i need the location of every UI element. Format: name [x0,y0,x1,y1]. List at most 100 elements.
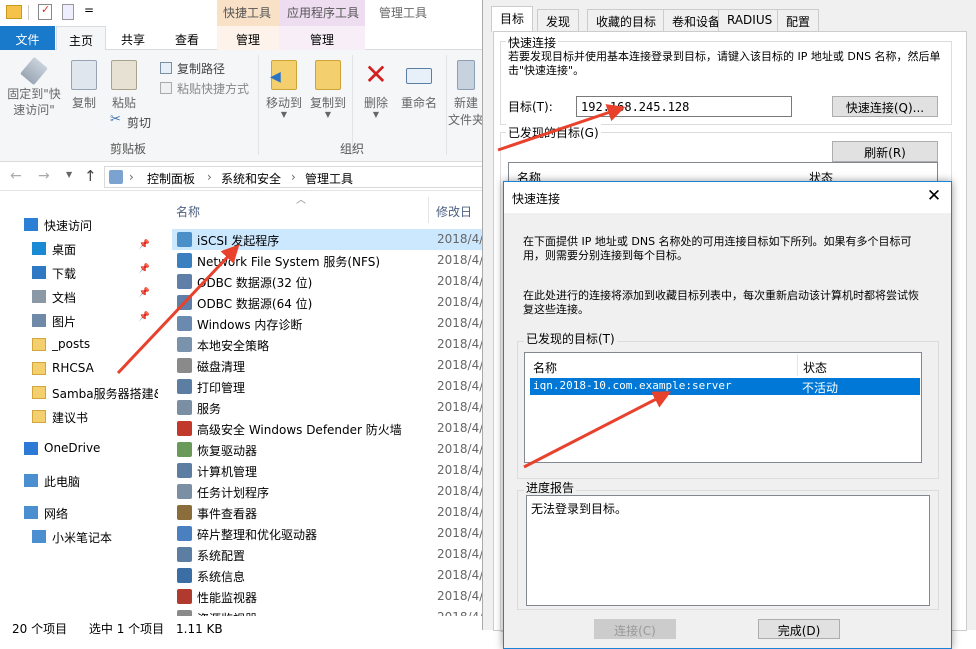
up-icon[interactable]: ↑ [84,167,97,185]
file-name: 系统配置 [197,549,246,563]
tab-home[interactable]: 主页 [56,26,106,51]
crumb-system-security[interactable]: 系统和安全 [221,170,281,187]
tab-favorite-targets[interactable]: 收藏的目标 [587,9,666,31]
forward-icon[interactable]: → [38,168,50,184]
address-field[interactable]: › 控制面板 › 系统和安全 › 管理工具 [104,166,504,188]
download-icon [32,266,46,279]
file-row[interactable]: 碎片整理和优化驱动器 2018/4/ [172,523,500,544]
new-folder-qat-icon[interactable] [62,4,74,20]
nav-item[interactable]: RHCSA [0,357,158,381]
file-row[interactable]: 性能监视器 2018/4/ [172,586,500,607]
copy-path-label: 复制路径 [177,62,226,76]
ribbon-separator [446,55,447,155]
file-row[interactable]: 事件查看器 2018/4/ [172,502,500,523]
tab-manage-shortcut[interactable]: 管理 [217,26,279,50]
copy-icon [71,60,97,90]
tab-share[interactable]: 共享 [108,26,158,50]
nav-item[interactable]: OneDrive [0,437,158,461]
file-name: ODBC 数据源(32 位) [197,276,313,290]
refresh-button[interactable]: 刷新(R) [832,141,938,162]
column-header-name[interactable]: 名称 [533,359,557,376]
pin-icon[interactable]: 📌 [139,240,150,250]
column-header-name[interactable]: 名称 [176,203,200,220]
quick-connect-button[interactable]: 快速连接(Q)... [832,96,938,117]
tab-discovery[interactable]: 发现 [537,9,580,31]
nav-item[interactable]: 此电脑 [0,469,158,493]
new-folder-button[interactable]: 新建 文件夹 [448,60,484,128]
file-row[interactable]: 高级安全 Windows Defender 防火墙 2018/4/ [172,418,500,439]
copy-button[interactable]: 复制 [66,60,102,111]
file-row[interactable]: Windows 内存诊断 2018/4/ [172,313,500,334]
nav-item[interactable]: _posts [0,333,158,357]
file-row[interactable]: 任务计划程序 2018/4/ [172,481,500,502]
file-row[interactable]: iSCSI 发起程序 2018/4/ [172,229,500,250]
nav-item-label: 此电脑 [44,475,81,489]
star-icon [24,218,38,231]
move-to-label: 移动到 [265,96,302,110]
tab-targets[interactable]: 目标 [491,6,534,32]
done-button[interactable]: 完成(D) [758,619,840,639]
dialog-description-1: 在下面提供 IP 地址或 DNS 名称处的可用连接目标如下所列。如果有多个目标可… [523,235,912,262]
file-row[interactable]: 恢复驱动器 2018/4/ [172,439,500,460]
column-header-status[interactable]: 状态 [803,359,827,376]
file-row[interactable]: 系统配置 2018/4/ [172,544,500,565]
recent-locations-icon[interactable]: ▼ [66,170,72,179]
paste-button[interactable]: 粘贴 [106,60,142,111]
file-row[interactable]: 资源监视器2018/4/ [172,607,500,616]
tab-configuration[interactable]: 配置 [777,9,820,31]
target-row[interactable]: iqn.2018-10.com.example:server 不活动 [530,378,920,395]
file-row[interactable]: 计算机管理 2018/4/ [172,460,500,481]
nav-item[interactable]: 网络 [0,501,158,525]
shortcut-icon [177,442,192,457]
file-row[interactable]: ODBC 数据源(64 位) 2018/4/ [172,292,500,313]
quick-connect-description: 若要发现目标并使用基本连接登录到目标，请键入该目标的 IP 地址或 DNS 名称… [508,50,941,77]
file-row[interactable]: 本地安全策略 2018/4/ [172,334,500,355]
delete-button[interactable]: ✕ 删除 ▼ [358,60,394,119]
nav-item[interactable]: 图片 📌 [0,309,158,333]
pin-icon[interactable]: 📌 [139,264,150,274]
tab-view[interactable]: 查看 [162,26,212,50]
nav-item[interactable]: 下载 📌 [0,261,158,285]
file-row[interactable]: Network File System 服务(NFS) 2018/4/ [172,250,500,271]
discovered-targets-label: 已发现的目标(T) [524,330,617,347]
shortcut-icon [177,358,192,373]
close-icon[interactable]: ✕ [922,186,946,208]
crumb-control-panel[interactable]: 控制面板 [147,170,195,187]
file-row[interactable]: 打印管理 2018/4/ [172,376,500,397]
pin-quick-access-button[interactable]: 固定到"快 速访问" [4,56,64,118]
pin-icon[interactable]: 📌 [139,288,150,298]
nav-item[interactable]: Samba服务器搭建& [0,381,158,405]
pin-icon[interactable]: 📌 [139,312,150,322]
control-panel-icon [109,170,123,184]
nav-item[interactable]: 快速访问 [0,213,158,237]
copy-to-icon [315,60,341,90]
connect-button[interactable]: 连接(C) [594,619,676,639]
chevron-down-icon: ▼ [372,110,380,119]
tab-radius[interactable]: RADIUS [718,9,782,31]
status-bar: 20 个项目 选中 1 个项目 1.11 KB [0,616,500,649]
move-to-button[interactable]: ◀ 移动到 ▼ [262,60,306,119]
file-row[interactable]: ODBC 数据源(32 位) 2018/4/ [172,271,500,292]
column-header-modified[interactable]: 修改日 [436,203,472,220]
crumb-admin-tools[interactable]: 管理工具 [305,170,353,187]
nav-item[interactable]: 建议书 [0,405,158,429]
tab-manage-app[interactable]: 管理 [279,26,365,50]
rename-button[interactable]: 重命名 [398,60,440,111]
quick-connect-dialog: 快速连接 ✕ 在下面提供 IP 地址或 DNS 名称处的可用连接目标如下所列。如… [503,181,952,649]
shortcut-icon [177,421,192,436]
clipboard-group-label: 剪贴板 [110,142,147,156]
file-row[interactable]: 服务 2018/4/ [172,397,500,418]
back-icon[interactable]: ← [10,168,22,184]
nav-item[interactable]: 小米笔记本 [0,525,158,549]
nav-item[interactable]: 桌面 📌 [0,237,158,261]
tab-file[interactable]: 文件 [0,26,55,50]
file-row[interactable]: 磁盘清理 2018/4/ [172,355,500,376]
file-name: 碎片整理和优化驱动器 [197,528,318,542]
nav-item[interactable]: 文档 📌 [0,285,158,309]
target-input[interactable] [576,96,792,117]
file-row[interactable]: 系统信息 2018/4/ [172,565,500,586]
copy-to-button[interactable]: 复制到 ▼ [306,60,350,119]
shortcut-icon [177,379,192,394]
qat-dropdown-icon[interactable]: = [84,3,94,17]
properties-qat-icon[interactable]: ✓ [38,3,52,20]
